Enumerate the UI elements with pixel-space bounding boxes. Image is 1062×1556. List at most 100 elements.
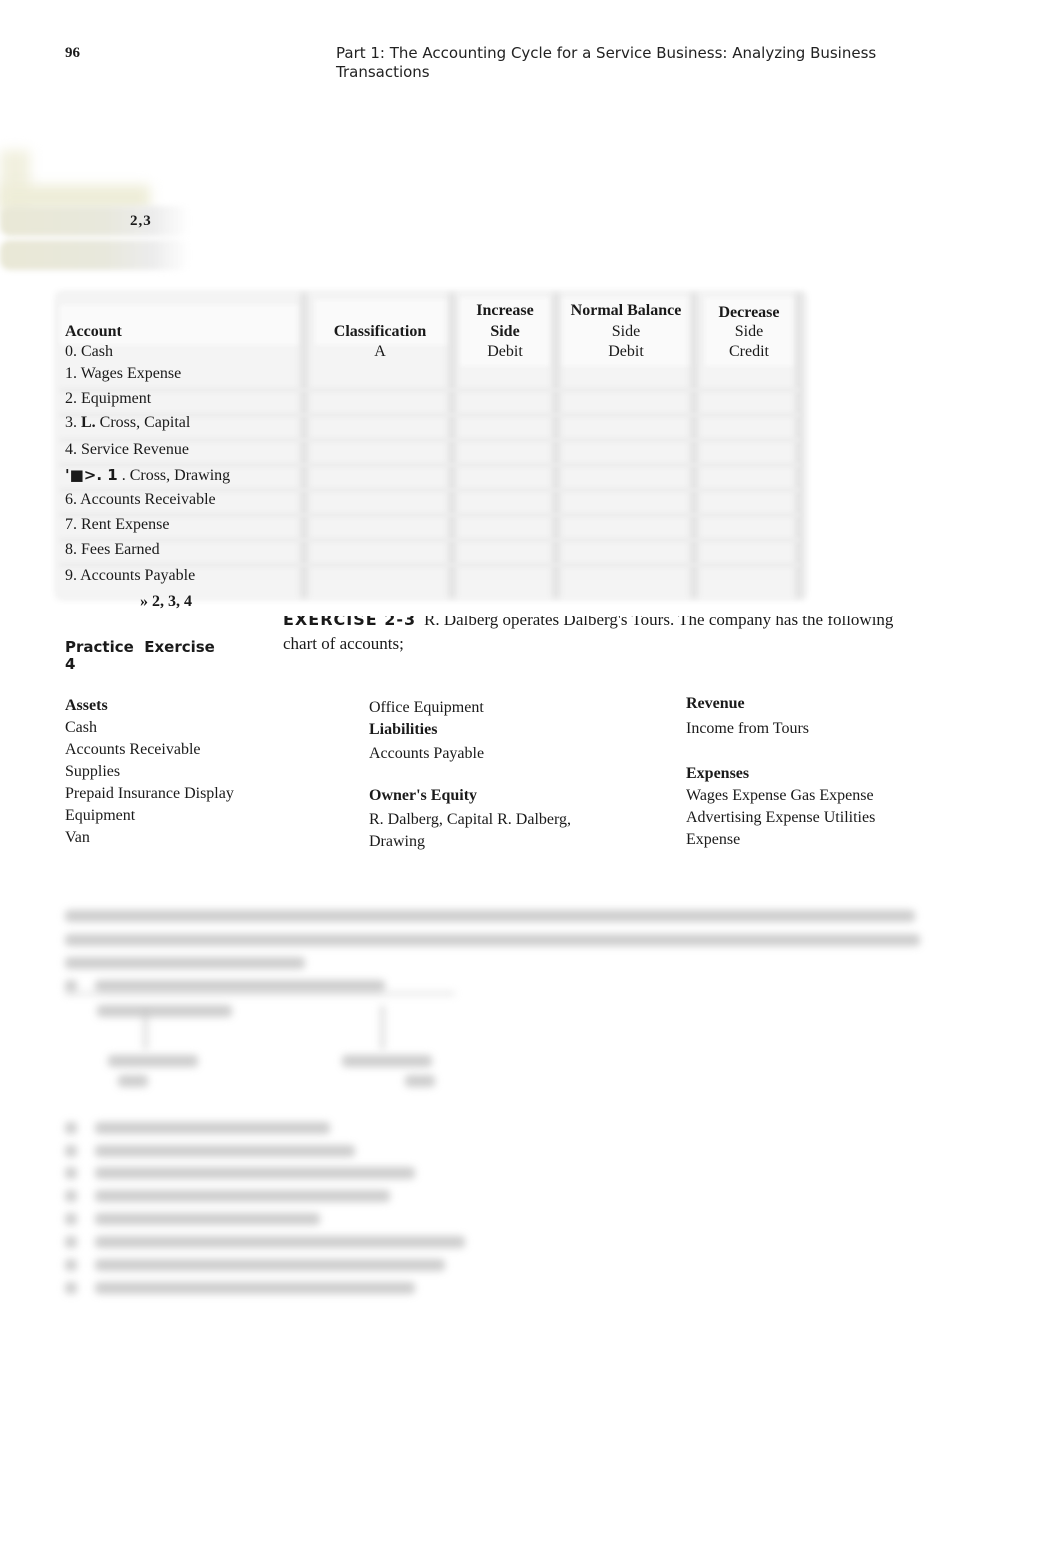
- obscured-list-number: [65, 1122, 77, 1134]
- cell-increase: Debit: [487, 343, 523, 360]
- obscured-text-line: [65, 980, 77, 992]
- table-row: 9. Accounts Payable: [65, 567, 195, 585]
- revenue-expenses-column: Revenue Income from Tours Expenses Wages…: [686, 693, 916, 851]
- equity-item: Drawing: [369, 833, 425, 850]
- margin-tab-label: 2,3: [130, 213, 152, 229]
- obscured-text-line: [95, 1259, 445, 1271]
- row-account: Rent Expense: [81, 516, 170, 533]
- obscured-text-line: [342, 1055, 432, 1067]
- assets-heading: Assets: [65, 697, 108, 714]
- row-number: 2.: [65, 390, 77, 407]
- obscured-list-number: [65, 1259, 77, 1271]
- table-row: 3. L. Cross, Capital: [65, 414, 190, 432]
- account-name: 0. Cash: [65, 343, 113, 361]
- liabilities-heading: Liabilities: [369, 721, 438, 738]
- margin-tab: [0, 206, 190, 236]
- obscured-rule: [380, 1005, 385, 1050]
- obscured-rule: [143, 1010, 148, 1050]
- row-account: Accounts Receivable: [80, 491, 216, 508]
- row-account: Equipment: [81, 390, 152, 407]
- page-number: 96: [65, 45, 80, 61]
- obscured-list-number: [65, 1167, 77, 1179]
- obscured-text-line: [65, 910, 915, 922]
- header-decrease-side: Side: [734, 323, 764, 340]
- row-initial: L.: [81, 414, 96, 431]
- obscured-list-number: [65, 1145, 77, 1157]
- header-normal-side: Side: [611, 323, 641, 340]
- obscured-list-number: [65, 1282, 77, 1294]
- table-row: 6. Accounts Receivable: [65, 491, 216, 509]
- cell-classification: A: [374, 343, 386, 360]
- asset-item: Accounts Receivable: [65, 741, 201, 758]
- asset-item: Supplies: [65, 763, 121, 780]
- row-account: Wages Expense: [80, 365, 182, 382]
- row-divider: [60, 388, 800, 392]
- obscured-text-line: [65, 934, 920, 946]
- row-number: 7.: [65, 516, 77, 533]
- header-account: Account: [65, 323, 122, 340]
- practice-exercise-text: Practice Exercise: [65, 638, 215, 656]
- header-increase-side: Side: [490, 323, 520, 340]
- table-row: 2. Equipment: [65, 390, 151, 408]
- row-number: 1.: [65, 365, 77, 382]
- obscured-text-line: [118, 1075, 148, 1087]
- header-increase: Increase: [476, 302, 534, 319]
- header-classification: Classification: [333, 323, 427, 340]
- row-account: Accounts Payable: [80, 567, 196, 584]
- expense-item: Wages Expense Gas Expense: [686, 787, 874, 804]
- obscured-text-line: [95, 1167, 415, 1179]
- table-row: 4. Service Revenue: [65, 441, 189, 459]
- table-row: 1. Wages Expense: [65, 365, 181, 383]
- table-row: 7. Rent Expense: [65, 516, 169, 534]
- obscured-text-line: [65, 957, 305, 969]
- practice-exercise-reference: » 2, 3, 4: [140, 593, 192, 610]
- obscured-text-line: [97, 1005, 232, 1017]
- exercise-intro-continued: chart of accounts;: [283, 634, 404, 653]
- exercise-title: EXERCISE 2-3: [283, 610, 417, 629]
- equity-item: R. Dalberg, Capital R. Dalberg,: [369, 811, 572, 828]
- expenses-heading: Expenses: [686, 765, 750, 782]
- assets-column: Assets Cash Accounts Receivable Supplies…: [65, 695, 265, 849]
- revenue-item: Income from Tours: [686, 720, 809, 737]
- table-row: '■>. 1 . Cross, Drawing: [65, 466, 230, 485]
- cell-decrease: Credit: [729, 343, 769, 360]
- obscured-text-line: [95, 1236, 465, 1248]
- row-number-garbled: '■>. 1: [65, 466, 118, 484]
- asset-item: Cash: [65, 719, 97, 736]
- obscured-text-line: [95, 980, 385, 992]
- practice-exercise-number: 4: [65, 655, 76, 673]
- row-account: Service Revenue: [81, 441, 189, 458]
- asset-item: Equipment: [65, 807, 136, 824]
- cell-normal: Debit: [608, 343, 644, 360]
- row-number: 9.: [65, 567, 77, 584]
- row-account: Cash: [81, 343, 113, 360]
- practice-exercise-label: Practice Exercise 4: [65, 639, 235, 673]
- liability-item: Accounts Payable: [369, 745, 485, 762]
- row-divider: [60, 513, 800, 517]
- row-number: 6.: [65, 491, 77, 508]
- running-head: Part 1: The Accounting Cycle for a Servi…: [336, 44, 877, 81]
- row-account: Fees Earned: [81, 541, 160, 558]
- row-account: Cross, Capital: [99, 414, 191, 431]
- row-account: . Cross, Drawing: [121, 467, 231, 484]
- row-number: 4.: [65, 441, 77, 458]
- row-number: 3.: [65, 414, 77, 431]
- liabilities-equity-column: Office Equipment Liabilities Accounts Pa…: [369, 695, 609, 853]
- asset-item: Prepaid Insurance Display: [65, 785, 234, 802]
- obscured-list-number: [65, 1190, 77, 1202]
- obscured-text-line: [108, 1055, 198, 1067]
- obscured-text-line: [95, 1190, 390, 1202]
- row-divider: [60, 538, 800, 542]
- obscured-list-number: [65, 1213, 77, 1225]
- row-number: 8.: [65, 541, 77, 558]
- margin-tab: [0, 240, 190, 270]
- expense-item: Advertising Expense Utilities: [686, 809, 876, 826]
- asset-item: Office Equipment: [369, 699, 484, 716]
- header-normal-balance: Normal Balance: [570, 302, 682, 319]
- asset-item: Van: [65, 829, 90, 846]
- obscured-text-line: [95, 1282, 415, 1294]
- obscured-rule: [65, 992, 455, 995]
- revenue-heading: Revenue: [686, 695, 745, 712]
- expense-item: Expense: [686, 831, 741, 848]
- obscured-text-line: [405, 1075, 435, 1087]
